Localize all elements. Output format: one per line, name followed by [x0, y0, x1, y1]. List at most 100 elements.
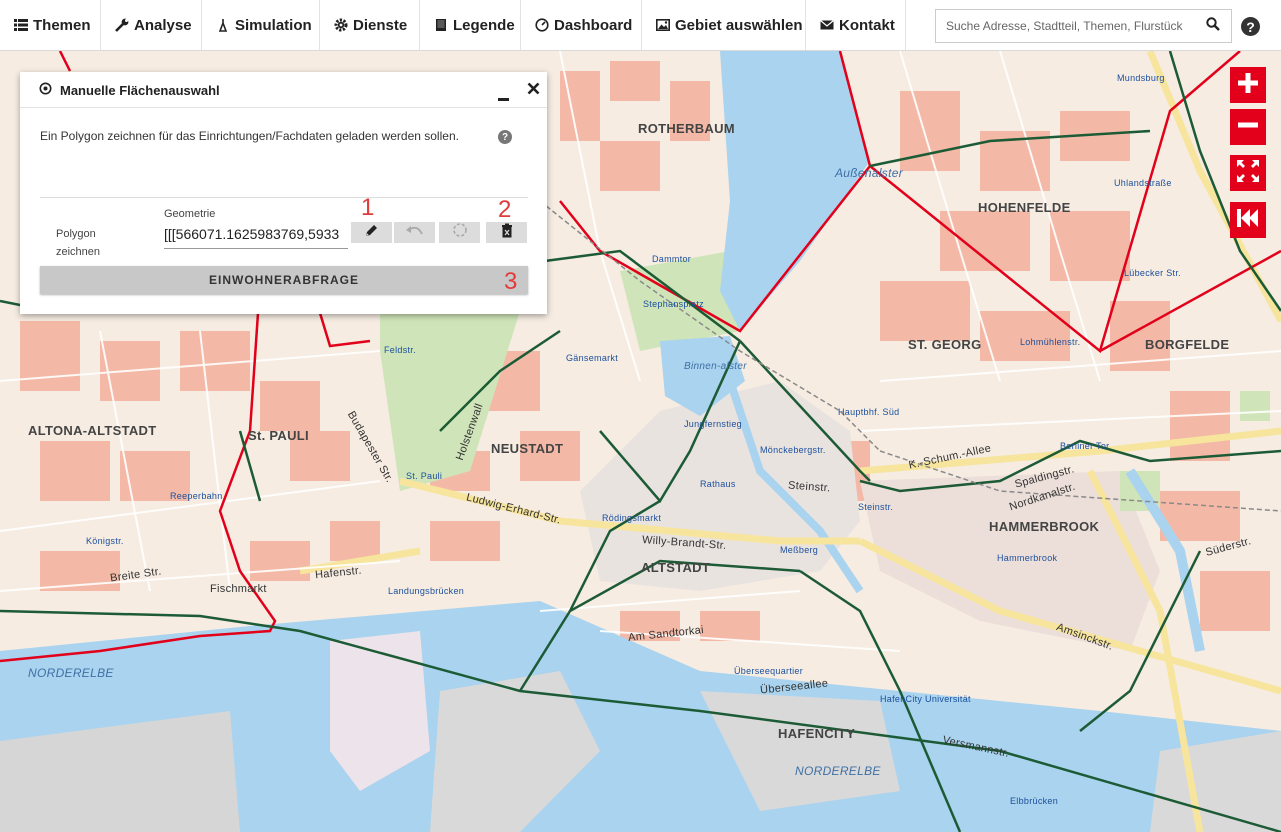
district-label: HOHENFELDE [978, 200, 1071, 215]
water-label: NORDERELBE [28, 666, 114, 680]
envelope-icon [820, 18, 834, 32]
minimize-button[interactable] [498, 89, 509, 107]
station-label: Lohmühlenstr. [1020, 337, 1081, 347]
zoom-in-button[interactable] [1230, 67, 1266, 103]
annotation-marker: 3 [504, 268, 518, 295]
station-label: Landungsbrücken [388, 586, 465, 596]
district-label: St. PAULI [248, 428, 309, 443]
nav-label: Simulation [235, 16, 312, 34]
geometry-field[interactable]: [[[566071.1625983769,5933 [164, 226, 348, 249]
help-button[interactable]: ? [1241, 17, 1260, 36]
panel-header: Manuelle Flächenauswahl [20, 72, 547, 108]
picture-icon [656, 18, 670, 32]
station-label: Rödingsmarkt [602, 513, 662, 523]
station-label: Stephansplatz [643, 299, 704, 309]
plus-icon [1237, 72, 1259, 99]
station-label: HafenCity Universität [880, 694, 971, 704]
station-label: Lübecker Str. [1124, 268, 1181, 278]
geometry-label: Geometrie [164, 208, 216, 220]
nav-dashboard[interactable]: Dashboard [521, 0, 642, 50]
polygon-draw-label: Polygon zeichnen [56, 228, 101, 258]
station-label: Uhlandstraße [1114, 178, 1172, 188]
district-label: HAMMERBROOK [989, 519, 1100, 534]
panel-help-button[interactable]: ? [498, 130, 512, 144]
station-label: Reeperbahn [170, 491, 223, 501]
station-label: Überseequartier [734, 666, 804, 676]
district-label: ALTSTADT [641, 560, 711, 575]
annotation-marker: 2 [498, 196, 512, 223]
panel-title: Manuelle Flächenauswahl [60, 83, 220, 98]
nav-label: Dashboard [554, 16, 633, 34]
delete-polygon-button[interactable] [486, 222, 527, 243]
nav-themen[interactable]: Themen [0, 0, 101, 50]
reset-view-button[interactable] [1230, 202, 1266, 238]
flask-icon [216, 18, 230, 32]
search-button[interactable] [1194, 9, 1232, 43]
modify-polygon-button[interactable] [439, 222, 480, 243]
nav-gebiet-auswaehlen[interactable]: Gebiet auswählen [642, 0, 806, 50]
fast-backward-icon [1236, 207, 1260, 234]
fullscreen-button[interactable] [1230, 155, 1266, 191]
einwohnerabfrage-button[interactable]: EINWOHNERABFRAGE [40, 266, 528, 294]
expand-icon [1236, 159, 1260, 188]
station-label: Rathaus [700, 479, 736, 489]
station-label: Dammtor [652, 254, 692, 264]
station-label: Gänsemarkt [566, 353, 619, 363]
station-label: Berliner Tor [1060, 441, 1110, 451]
station-label: Mundsburg [1117, 73, 1165, 83]
nav-label: Legende [453, 16, 515, 34]
station-label: Meßberg [780, 545, 819, 555]
undo-button[interactable] [394, 222, 435, 243]
nav-analyse[interactable]: Analyse [101, 0, 202, 50]
station-label: St. Pauli [406, 471, 443, 481]
top-navbar: Themen Analyse Simulation Dienste Legend… [0, 0, 1281, 51]
undo-icon [405, 224, 425, 242]
panel-divider [40, 197, 528, 198]
panel-description: Ein Polygon zeichnen für das Einrichtung… [40, 129, 459, 143]
nav-label: Kontakt [839, 16, 895, 34]
dashboard-icon [535, 18, 549, 32]
annotation-marker: 1 [361, 194, 375, 221]
station-label: Hammerbrook [997, 553, 1058, 563]
target-icon [39, 82, 52, 100]
station-label: Königstr. [86, 536, 124, 546]
nav-label: Themen [33, 16, 91, 34]
water-label: Außenalster [835, 166, 903, 180]
station-label: Elbbrücken [1010, 796, 1059, 806]
station-label: Jungfernstieg [684, 419, 742, 429]
wrench-icon [115, 18, 129, 32]
street-label: Fischmarkt [210, 583, 267, 595]
gear-icon [334, 18, 348, 32]
nav-label: Analyse [134, 16, 192, 34]
station-label: Hauptbhf. Süd [838, 407, 900, 417]
minus-icon [1237, 114, 1259, 141]
station-label: Mönckebergstr. [760, 445, 826, 455]
nav-kontakt[interactable]: Kontakt [806, 0, 906, 50]
district-label: ST. GEORG [908, 337, 982, 352]
dashed-circle-icon [452, 222, 468, 243]
zoom-out-button[interactable] [1230, 109, 1266, 145]
district-label: ALTONA-ALTSTADT [28, 423, 157, 438]
district-label: ROTHERBAUM [638, 121, 735, 136]
close-button[interactable] [527, 82, 540, 100]
station-label: Feldstr. [384, 345, 416, 355]
search-input[interactable] [935, 9, 1195, 43]
district-label: HAFENCITY [778, 726, 856, 741]
draw-polygon-button[interactable] [351, 222, 392, 243]
station-label: Steinstr. [858, 502, 894, 512]
water-label: Binnen-alster [684, 361, 747, 372]
book-icon [434, 18, 448, 32]
search-icon [1205, 16, 1220, 36]
trash-icon [501, 223, 513, 243]
nav-label: Dienste [353, 16, 408, 34]
nav-legende[interactable]: Legende [420, 0, 521, 50]
list-icon [14, 18, 28, 32]
water-label: NORDERELBE [795, 764, 881, 778]
district-label: NEUSTADT [491, 441, 564, 456]
pencil-icon [364, 223, 379, 243]
nav-dienste[interactable]: Dienste [320, 0, 420, 50]
nav-simulation[interactable]: Simulation [202, 0, 320, 50]
manual-area-selection-panel: Manuelle Flächenauswahl Ein Polygon zeic… [20, 72, 547, 314]
district-label: BORGFELDE [1145, 337, 1230, 352]
nav-label: Gebiet auswählen [675, 16, 803, 34]
